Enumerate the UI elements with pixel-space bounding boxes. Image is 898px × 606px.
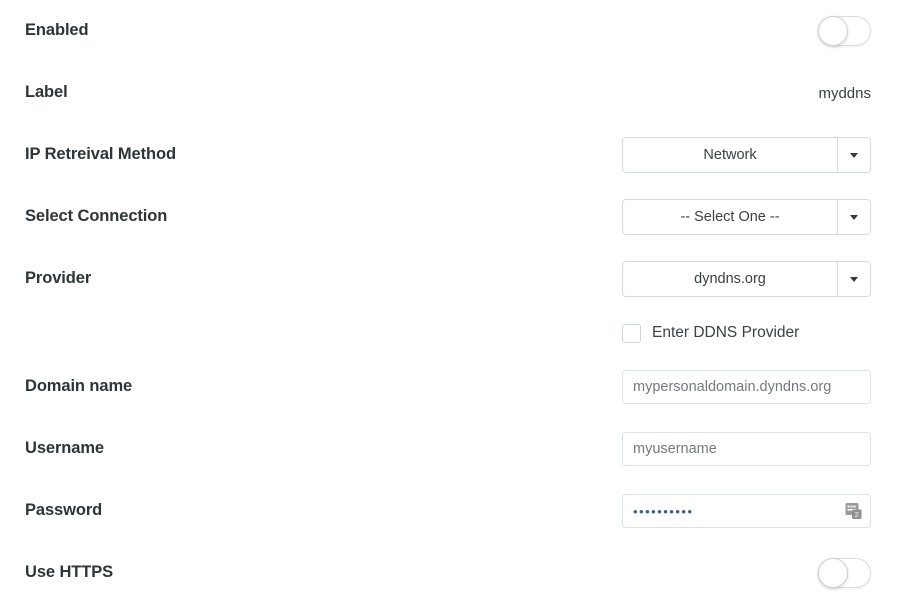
caret-glyph	[850, 214, 858, 220]
select-connection-value: -- Select One --	[680, 209, 780, 225]
label-provider: Provider	[25, 269, 92, 288]
label-username: Username	[25, 439, 104, 458]
control-username: myusername	[622, 432, 871, 466]
control-select-connection: -- Select One --	[622, 199, 871, 235]
password-reveal-icon[interactable]: 2	[845, 503, 862, 520]
form-row-password: Password •••••••••• 2	[0, 480, 898, 542]
password-value: ••••••••••	[633, 503, 694, 519]
form-row-enter-ddns-provider: Enter DDNS Provider	[0, 310, 898, 356]
username-input[interactable]: myusername	[622, 432, 871, 466]
chevron-down-icon[interactable]	[837, 262, 870, 296]
form-row-use-https: Use HTTPS	[0, 542, 898, 604]
domain-name-input[interactable]: mypersonaldomain.dyndns.org	[622, 370, 871, 404]
label-value: myddns	[818, 84, 871, 102]
chevron-down-icon[interactable]	[837, 138, 870, 172]
caret-glyph	[850, 152, 858, 158]
enter-ddns-provider-label: Enter DDNS Provider	[652, 324, 800, 341]
use-https-toggle[interactable]	[818, 558, 871, 588]
form-row-select-connection: Select Connection -- Select One --	[0, 186, 898, 248]
form-row-domain-name: Domain name mypersonaldomain.dyndns.org	[0, 356, 898, 418]
control-enabled	[818, 16, 871, 46]
provider-select[interactable]: dyndns.org	[622, 261, 871, 297]
toggle-knob	[818, 558, 848, 588]
label-label: Label	[25, 83, 68, 102]
enter-ddns-provider-checkbox-wrap[interactable]: Enter DDNS Provider	[622, 323, 800, 343]
form-row-provider: Provider dyndns.org	[0, 248, 898, 310]
enter-ddns-provider-checkbox[interactable]	[622, 323, 641, 343]
username-value: myusername	[633, 441, 717, 457]
form-row-enabled: Enabled	[0, 0, 898, 62]
label-enabled: Enabled	[25, 21, 89, 40]
caret-glyph	[850, 276, 858, 282]
select-connection-select[interactable]: -- Select One --	[622, 199, 871, 235]
form-row-label: Label myddns	[0, 62, 898, 124]
form-row-username: Username myusername	[0, 418, 898, 480]
password-input[interactable]: •••••••••• 2	[622, 494, 871, 528]
label-domain-name: Domain name	[25, 377, 133, 396]
label-ip-retrieval-method: IP Retreival Method	[25, 145, 176, 164]
ip-retrieval-method-value: Network	[703, 147, 757, 163]
control-password: •••••••••• 2	[622, 494, 871, 528]
enabled-toggle[interactable]	[818, 16, 871, 46]
label-use-https: Use HTTPS	[25, 563, 114, 582]
label-select-connection: Select Connection	[25, 207, 168, 226]
control-use-https	[818, 558, 871, 588]
ddns-settings-form: Enabled Label myddns IP Retreival Method…	[0, 0, 898, 604]
ip-retrieval-method-select[interactable]: Network	[622, 137, 871, 173]
toggle-knob	[818, 16, 848, 46]
provider-value: dyndns.org	[694, 271, 766, 287]
control-enter-ddns-provider: Enter DDNS Provider	[622, 323, 871, 343]
svg-text:2: 2	[855, 510, 859, 519]
control-label: myddns	[818, 85, 871, 102]
control-ip-retrieval-method: Network	[622, 137, 871, 173]
label-password: Password	[25, 501, 103, 520]
control-domain-name: mypersonaldomain.dyndns.org	[622, 370, 871, 404]
form-row-ip-retrieval-method: IP Retreival Method Network	[0, 124, 898, 186]
chevron-down-icon[interactable]	[837, 200, 870, 234]
control-provider: dyndns.org	[622, 261, 871, 297]
domain-name-value: mypersonaldomain.dyndns.org	[633, 379, 832, 395]
